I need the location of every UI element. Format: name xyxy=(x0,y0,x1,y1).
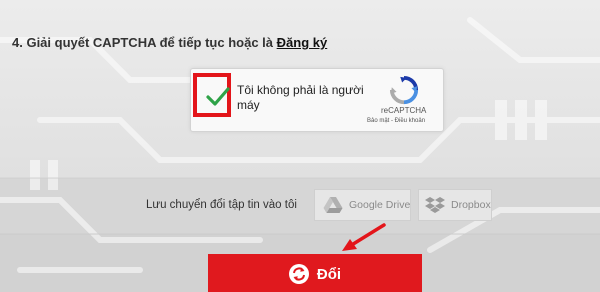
convert-button-label: Đổi xyxy=(316,265,342,283)
share-section-background xyxy=(0,178,600,234)
step-title: 4. Giải quyết CAPTCHA để tiếp tục hoặc l… xyxy=(12,35,327,50)
recaptcha-logo-icon xyxy=(389,75,419,105)
red-arrow-annotation-icon xyxy=(342,223,386,251)
recaptcha-brand: reCAPTCHA xyxy=(381,106,427,115)
register-link[interactable]: Đăng ký xyxy=(277,35,328,50)
google-drive-icon xyxy=(323,197,343,213)
step-title-text: 4. Giải quyết CAPTCHA để tiếp tục hoặc l… xyxy=(12,35,274,50)
convert-button[interactable]: Đổi xyxy=(208,254,422,292)
google-drive-button[interactable]: Google Drive xyxy=(314,189,411,221)
convert-page: 4. Giải quyết CAPTCHA để tiếp tục hoặc l… xyxy=(0,0,600,292)
captcha-label: Tôi không phải là người máy xyxy=(237,83,364,112)
google-drive-label: Google Drive xyxy=(349,199,411,211)
recaptcha-widget: Tôi không phải là người máy reCAPTCHA Bả… xyxy=(190,68,444,132)
checkmark-icon xyxy=(206,87,230,106)
captcha-checkbox[interactable] xyxy=(193,73,231,117)
dropbox-icon xyxy=(425,197,445,213)
dropbox-label: Dropbox xyxy=(451,199,491,211)
recaptcha-privacy-terms-links[interactable]: Bảo mật - Điều khoản xyxy=(367,118,425,124)
dropbox-button[interactable]: Dropbox xyxy=(418,189,492,221)
save-to-label: Lưu chuyển đổi tập tin vào tôi xyxy=(146,199,297,211)
convert-refresh-icon xyxy=(288,264,309,284)
